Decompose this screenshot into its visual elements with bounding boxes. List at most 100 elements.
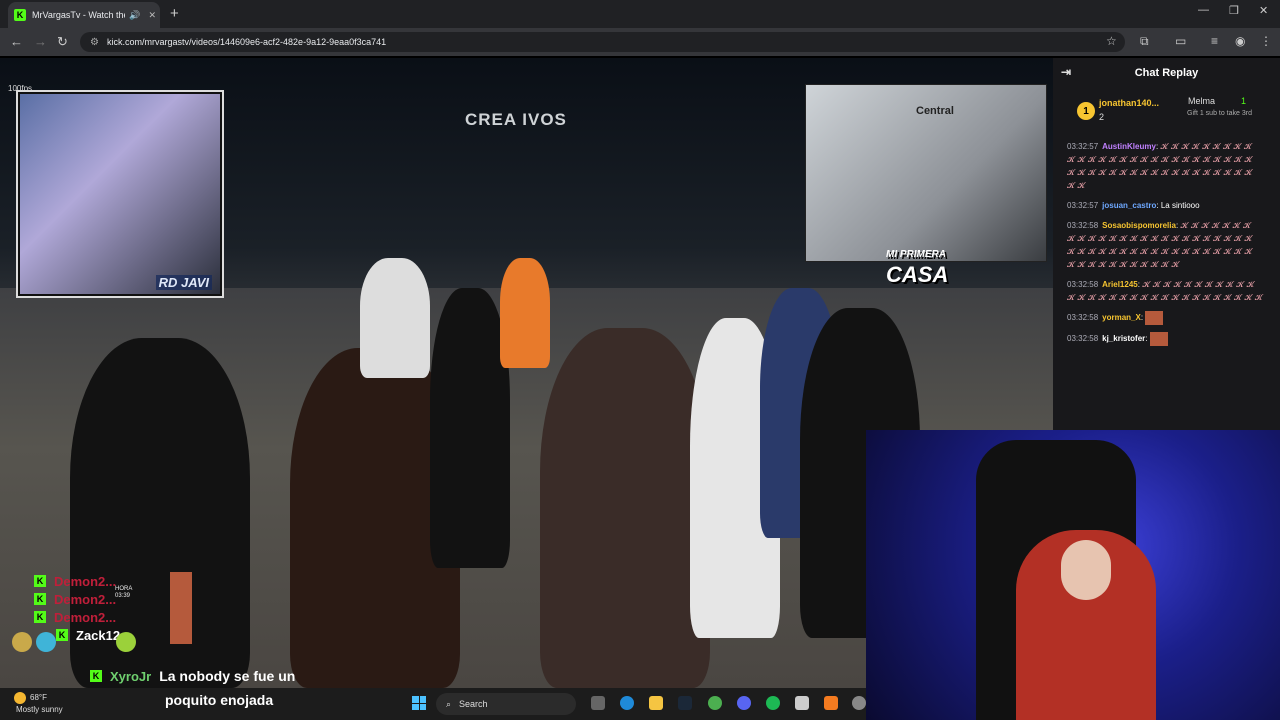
windows-start-icon[interactable] <box>412 696 426 710</box>
forward-icon[interactable]: → <box>34 34 47 49</box>
chat-message: 03:32:58 Ariel1245: 𝓚𝓚𝓚𝓚𝓚𝓚𝓚𝓚𝓚𝓚𝓚𝓚𝓚𝓚𝓚𝓚𝓚𝓚𝓚𝓚𝓚… <box>1067 280 1266 302</box>
message-time: 03:32:57 <box>1067 201 1099 210</box>
cap-text: Central <box>916 105 954 117</box>
sun-icon <box>14 692 26 704</box>
weather-widget[interactable]: 68°F Mostly sunny <box>14 692 63 715</box>
hud-badge-icon <box>116 632 136 652</box>
kick-favicon-icon: K <box>14 9 26 21</box>
overlay-username: XyroJr <box>110 668 152 684</box>
creativos-watermark: CREA IVOS <box>465 110 567 129</box>
gift-leaderboard: 1 jonathan140... 2 Melma 1 Gift 1 sub to… <box>1053 88 1280 140</box>
message-user[interactable]: josuan_castro <box>1102 201 1156 210</box>
chat-message-list[interactable]: 03:32:57 AustinKleumy: 𝓚𝓚𝓚𝓚𝓚𝓚𝓚𝓚𝓚𝓚𝓚𝓚𝓚𝓚𝓚𝓚𝓚𝓚… <box>1053 140 1280 346</box>
streamer-webcam-right: Central MI PRIMERA CASA <box>805 84 1047 286</box>
message-time: 03:32:57 <box>1067 142 1099 151</box>
game-chat-name: Demon2... <box>54 573 117 589</box>
gift-sub-hint: Gift 1 sub to take 3rd <box>1187 110 1252 117</box>
settings-icon[interactable] <box>852 696 866 710</box>
browser-tab[interactable]: K MrVargasTv - Watch the VO 🔊 ✕ <box>8 2 160 28</box>
speaker-icon[interactable]: 🔊 <box>129 10 140 21</box>
chat-message: 03:32:58 Sosaobispomorelia: 𝓚𝓚𝓚𝓚𝓚𝓚𝓚𝓚𝓚𝓚𝓚𝓚𝓚… <box>1067 221 1255 269</box>
tab-title: MrVargasTv - Watch the VO <box>32 10 125 20</box>
more-menu-icon[interactable]: ⋮ <box>1260 34 1272 48</box>
notepad-icon[interactable] <box>795 696 809 710</box>
chrome-icon[interactable] <box>708 696 722 710</box>
windows-taskbar: 68°F Mostly sunny ⌕ Search <box>0 688 866 720</box>
chat-message: 03:32:57 AustinKleumy: 𝓚𝓚𝓚𝓚𝓚𝓚𝓚𝓚𝓚𝓚𝓚𝓚𝓚𝓚𝓚𝓚𝓚𝓚… <box>1067 142 1255 190</box>
streamer-head <box>1061 540 1111 600</box>
overlay-text-line1: La nobody se fue un <box>159 668 296 684</box>
url-text: kick.com/mrvargastv/videos/144609e6-acf2… <box>106 37 387 47</box>
kick-logo-icon: K <box>34 575 46 587</box>
leader-name[interactable]: jonathan140... <box>1099 98 1159 108</box>
search-placeholder: Search <box>459 699 488 709</box>
reload-icon[interactable]: ↻ <box>57 34 68 50</box>
game-chat-name: Demon2... <box>54 591 117 607</box>
leader2-count: 1 <box>1241 96 1247 106</box>
search-icon: ⌕ <box>446 698 452 709</box>
leader2-name[interactable]: Melma <box>1188 96 1215 106</box>
emote-icon <box>1149 332 1168 346</box>
message-time: 03:32:58 <box>1067 313 1099 323</box>
hud-badge-icon <box>36 632 56 652</box>
chat-message: 03:32:58 kj_kristofer: <box>1067 332 1272 346</box>
back-icon[interactable]: ← <box>10 34 23 49</box>
game-chat-name: Zack12 <box>76 627 121 643</box>
weather-temp: 68°F <box>30 693 47 703</box>
message-user[interactable]: Ariel1245 <box>1102 280 1138 289</box>
profile-icon[interactable]: ◉ <box>1235 34 1245 48</box>
steam-icon[interactable] <box>678 696 692 710</box>
chat-header: ⇥ Chat Replay <box>1053 58 1280 88</box>
chat-avatar-icon <box>170 626 192 644</box>
cam-name-tag: RD JAVI <box>155 275 212 290</box>
new-tab-icon[interactable]: + <box>170 5 179 22</box>
message-user[interactable]: Sosaobispomorelia <box>1102 221 1176 230</box>
task-view-icon[interactable] <box>591 696 605 710</box>
edge-icon[interactable] <box>620 696 634 710</box>
game-chat-line: K Demon2... <box>34 608 120 626</box>
kick-logo-icon: K <box>56 629 68 641</box>
app-icon[interactable] <box>824 696 838 710</box>
site-info-icon[interactable]: ⚙ <box>90 37 99 48</box>
chat-avatar-icon <box>170 608 192 626</box>
collapse-chat-icon[interactable]: ⇥ <box>1061 65 1071 79</box>
message-time: 03:32:58 <box>1067 221 1099 230</box>
streamer-webcam-left: RD JAVI <box>18 92 222 296</box>
restore-icon[interactable]: ❐ <box>1229 4 1239 17</box>
leader-count: 2 <box>1099 112 1105 122</box>
rank-medal-icon: 1 <box>1077 102 1095 120</box>
kick-logo-icon: K <box>34 611 46 623</box>
cam-title-line2: CASA <box>886 262 949 287</box>
game-character <box>500 258 550 368</box>
hud-badge-icon <box>12 632 32 652</box>
discord-icon[interactable] <box>737 696 751 710</box>
window-close-icon[interactable]: ✕ <box>1259 4 1268 17</box>
tab-close-icon[interactable]: ✕ <box>148 10 156 21</box>
overlay-text-line2: poquito enojada <box>165 692 274 708</box>
spotify-icon[interactable] <box>766 696 780 710</box>
kick-logo-icon: K <box>34 593 46 605</box>
file-explorer-icon[interactable] <box>649 696 663 710</box>
message-user[interactable]: kj_kristofer <box>1102 334 1145 343</box>
chat-title: Chat Replay <box>1134 67 1199 79</box>
bookmark-star-icon[interactable]: ☆ <box>1106 34 1117 48</box>
game-character <box>540 328 710 688</box>
cam-overlay-title: MI PRIMERA CASA <box>886 245 949 287</box>
extensions-icon[interactable]: ⧉ <box>1140 34 1149 49</box>
address-bar[interactable]: ⚙ kick.com/mrvargastv/videos/144609e6-ac… <box>80 32 1125 52</box>
chat-avatar-icon <box>170 572 192 590</box>
weather-condition: Mostly sunny <box>16 705 63 714</box>
browser-tab-bar: K MrVargasTv - Watch the VO 🔊 ✕ + — ❐ ✕ <box>0 0 1280 28</box>
message-time: 03:32:58 <box>1067 334 1099 344</box>
message-user[interactable]: yorman_X <box>1102 313 1141 322</box>
cast-icon[interactable]: ▭ <box>1175 34 1186 48</box>
chat-avatar-icon <box>170 590 192 608</box>
chat-message: 03:32:58 yorman_X: <box>1067 311 1272 325</box>
game-character <box>360 258 430 378</box>
taskbar-search[interactable]: ⌕ Search <box>436 693 576 715</box>
message-user[interactable]: AustinKleumy <box>1102 142 1156 151</box>
minimize-icon[interactable]: — <box>1198 4 1209 16</box>
media-controls-icon[interactable]: ≡ <box>1211 34 1218 48</box>
streamer-facecam <box>866 430 1280 720</box>
emote-icon <box>1145 311 1164 325</box>
